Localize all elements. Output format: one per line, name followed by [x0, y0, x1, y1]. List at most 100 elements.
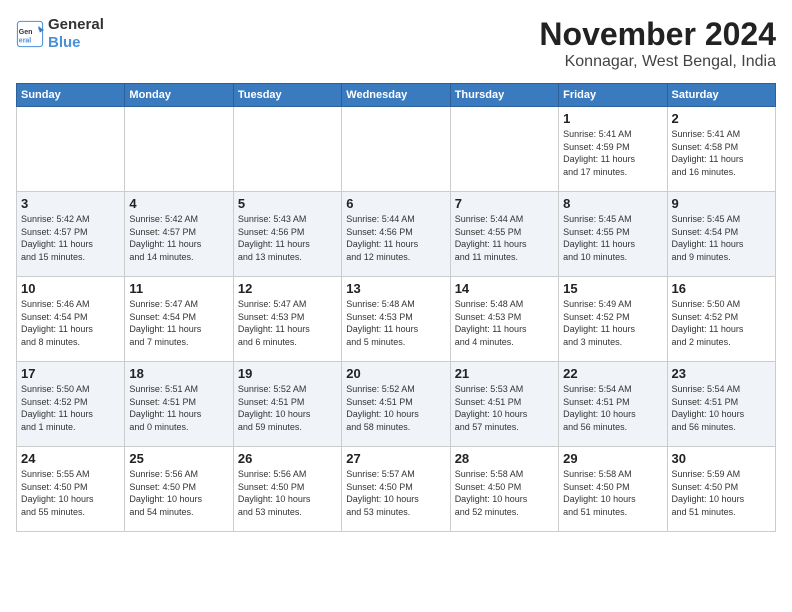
day-info: Sunrise: 5:57 AM Sunset: 4:50 PM Dayligh…: [346, 468, 445, 518]
day-info: Sunrise: 5:41 AM Sunset: 4:59 PM Dayligh…: [563, 128, 662, 178]
week-row-2: 3 Sunrise: 5:42 AM Sunset: 4:57 PM Daylig…: [17, 192, 776, 277]
day-number: 3: [21, 196, 120, 211]
day-info: Sunrise: 5:46 AM Sunset: 4:54 PM Dayligh…: [21, 298, 120, 348]
day-number: 4: [129, 196, 228, 211]
day-number: 8: [563, 196, 662, 211]
calendar-cell: 21 Sunrise: 5:53 AM Sunset: 4:51 PM Dayli…: [450, 362, 558, 447]
calendar-cell: 20 Sunrise: 5:52 AM Sunset: 4:51 PM Dayli…: [342, 362, 450, 447]
calendar-cell: 14 Sunrise: 5:48 AM Sunset: 4:53 PM Dayli…: [450, 277, 558, 362]
day-number: 10: [21, 281, 120, 296]
day-info: Sunrise: 5:59 AM Sunset: 4:50 PM Dayligh…: [672, 468, 771, 518]
day-number: 29: [563, 451, 662, 466]
calendar-cell: 8 Sunrise: 5:45 AM Sunset: 4:55 PM Daylig…: [559, 192, 667, 277]
calendar-cell: 7Sunrise: 5:44 AM Sunset: 4:55 PM Daylig…: [450, 192, 558, 277]
day-number: 23: [672, 366, 771, 381]
calendar-cell: 1 Sunrise: 5:41 AM Sunset: 4:59 PM Daylig…: [559, 107, 667, 192]
calendar-cell: 6 Sunrise: 5:44 AM Sunset: 4:56 PM Daylig…: [342, 192, 450, 277]
day-number: 12: [238, 281, 337, 296]
day-info: Sunrise: 5:45 AM Sunset: 4:55 PM Dayligh…: [563, 213, 662, 263]
day-number: 5: [238, 196, 337, 211]
calendar-cell: 13 Sunrise: 5:48 AM Sunset: 4:53 PM Dayli…: [342, 277, 450, 362]
day-number: 17: [21, 366, 120, 381]
calendar-cell: 2 Sunrise: 5:41 AM Sunset: 4:58 PM Daylig…: [667, 107, 775, 192]
day-info: Sunrise: 5:58 AM Sunset: 4:50 PM Dayligh…: [455, 468, 554, 518]
day-info: Sunrise: 5:42 AM Sunset: 4:57 PM Dayligh…: [21, 213, 120, 263]
day-number: 20: [346, 366, 445, 381]
day-info: Sunrise: 5:56 AM Sunset: 4:50 PM Dayligh…: [129, 468, 228, 518]
calendar-cell: 26 Sunrise: 5:56 AM Sunset: 4:50 PM Dayli…: [233, 447, 341, 532]
calendar-cell: 19Sunrise: 5:52 AM Sunset: 4:51 PM Dayli…: [233, 362, 341, 447]
calendar-cell: 25 Sunrise: 5:56 AM Sunset: 4:50 PM Dayli…: [125, 447, 233, 532]
day-info: Sunrise: 5:47 AM Sunset: 4:53 PM Dayligh…: [238, 298, 337, 348]
day-info: Sunrise: 5:42 AM Sunset: 4:57 PM Dayligh…: [129, 213, 228, 263]
logo-icon: Gen eral: [16, 20, 44, 48]
calendar-cell: 4 Sunrise: 5:42 AM Sunset: 4:57 PM Daylig…: [125, 192, 233, 277]
day-number: 16: [672, 281, 771, 296]
day-info: Sunrise: 5:41 AM Sunset: 4:58 PM Dayligh…: [672, 128, 771, 178]
day-number: 26: [238, 451, 337, 466]
logo: Gen eral General Blue: [16, 16, 104, 52]
day-number: 2: [672, 111, 771, 126]
logo-text: General Blue: [48, 16, 104, 52]
calendar-cell: 10 Sunrise: 5:46 AM Sunset: 4:54 PM Dayli…: [17, 277, 125, 362]
day-info: Sunrise: 5:49 AM Sunset: 4:52 PM Dayligh…: [563, 298, 662, 348]
day-info: Sunrise: 5:51 AM Sunset: 4:51 PM Dayligh…: [129, 383, 228, 433]
day-info: Sunrise: 5:52 AM Sunset: 4:51 PM Dayligh…: [346, 383, 445, 433]
weekday-header-monday: Monday: [125, 84, 233, 107]
day-number: 28: [455, 451, 554, 466]
weekday-header-sunday: Sunday: [17, 84, 125, 107]
day-info: Sunrise: 5:52 AM Sunset: 4:51 PM Dayligh…: [238, 383, 337, 433]
week-row-4: 17 Sunrise: 5:50 AM Sunset: 4:52 PM Dayli…: [17, 362, 776, 447]
calendar-cell: [342, 107, 450, 192]
calendar-cell: 27 Sunrise: 5:57 AM Sunset: 4:50 PM Dayli…: [342, 447, 450, 532]
calendar-cell: 17 Sunrise: 5:50 AM Sunset: 4:52 PM Dayli…: [17, 362, 125, 447]
calendar-cell: 29 Sunrise: 5:58 AM Sunset: 4:50 PM Dayli…: [559, 447, 667, 532]
day-number: 22: [563, 366, 662, 381]
day-number: 21: [455, 366, 554, 381]
calendar-cell: 9Sunrise: 5:45 AM Sunset: 4:54 PM Daylig…: [667, 192, 775, 277]
day-info: Sunrise: 5:54 AM Sunset: 4:51 PM Dayligh…: [672, 383, 771, 433]
calendar-cell: 3 Sunrise: 5:42 AM Sunset: 4:57 PM Daylig…: [17, 192, 125, 277]
day-number: 6: [346, 196, 445, 211]
day-info: Sunrise: 5:53 AM Sunset: 4:51 PM Dayligh…: [455, 383, 554, 433]
calendar-cell: [450, 107, 558, 192]
week-row-3: 10 Sunrise: 5:46 AM Sunset: 4:54 PM Dayli…: [17, 277, 776, 362]
page-header: Gen eral General Blue November 2024 Konn…: [16, 16, 776, 71]
day-number: 27: [346, 451, 445, 466]
day-info: Sunrise: 5:48 AM Sunset: 4:53 PM Dayligh…: [346, 298, 445, 348]
calendar-cell: 23 Sunrise: 5:54 AM Sunset: 4:51 PM Dayli…: [667, 362, 775, 447]
day-info: Sunrise: 5:58 AM Sunset: 4:50 PM Dayligh…: [563, 468, 662, 518]
day-info: Sunrise: 5:55 AM Sunset: 4:50 PM Dayligh…: [21, 468, 120, 518]
day-info: Sunrise: 5:47 AM Sunset: 4:54 PM Dayligh…: [129, 298, 228, 348]
day-info: Sunrise: 5:50 AM Sunset: 4:52 PM Dayligh…: [21, 383, 120, 433]
calendar-cell: 5Sunrise: 5:43 AM Sunset: 4:56 PM Daylig…: [233, 192, 341, 277]
weekday-header-saturday: Saturday: [667, 84, 775, 107]
calendar-cell: 24 Sunrise: 5:55 AM Sunset: 4:50 PM Dayli…: [17, 447, 125, 532]
day-info: Sunrise: 5:44 AM Sunset: 4:55 PM Dayligh…: [455, 213, 554, 263]
svg-text:Gen: Gen: [19, 29, 33, 36]
day-info: Sunrise: 5:48 AM Sunset: 4:53 PM Dayligh…: [455, 298, 554, 348]
day-number: 1: [563, 111, 662, 126]
day-number: 15: [563, 281, 662, 296]
weekday-header-wednesday: Wednesday: [342, 84, 450, 107]
day-number: 11: [129, 281, 228, 296]
calendar-cell: 15 Sunrise: 5:49 AM Sunset: 4:52 PM Dayli…: [559, 277, 667, 362]
weekday-header-friday: Friday: [559, 84, 667, 107]
day-number: 13: [346, 281, 445, 296]
calendar-cell: 18Sunrise: 5:51 AM Sunset: 4:51 PM Dayli…: [125, 362, 233, 447]
calendar-table: SundayMondayTuesdayWednesdayThursdayFrid…: [16, 83, 776, 532]
day-info: Sunrise: 5:44 AM Sunset: 4:56 PM Dayligh…: [346, 213, 445, 263]
calendar-cell: 11 Sunrise: 5:47 AM Sunset: 4:54 PM Dayli…: [125, 277, 233, 362]
day-info: Sunrise: 5:45 AM Sunset: 4:54 PM Dayligh…: [672, 213, 771, 263]
calendar-cell: 28 Sunrise: 5:58 AM Sunset: 4:50 PM Dayli…: [450, 447, 558, 532]
calendar-cell: 22Sunrise: 5:54 AM Sunset: 4:51 PM Dayli…: [559, 362, 667, 447]
calendar-cell: 16Sunrise: 5:50 AM Sunset: 4:52 PM Dayli…: [667, 277, 775, 362]
title-area: November 2024 Konnagar, West Bengal, Ind…: [539, 16, 776, 71]
location: Konnagar, West Bengal, India: [539, 53, 776, 71]
day-number: 14: [455, 281, 554, 296]
day-number: 24: [21, 451, 120, 466]
day-info: Sunrise: 5:56 AM Sunset: 4:50 PM Dayligh…: [238, 468, 337, 518]
day-number: 25: [129, 451, 228, 466]
week-row-1: 1 Sunrise: 5:41 AM Sunset: 4:59 PM Daylig…: [17, 107, 776, 192]
weekday-header-tuesday: Tuesday: [233, 84, 341, 107]
